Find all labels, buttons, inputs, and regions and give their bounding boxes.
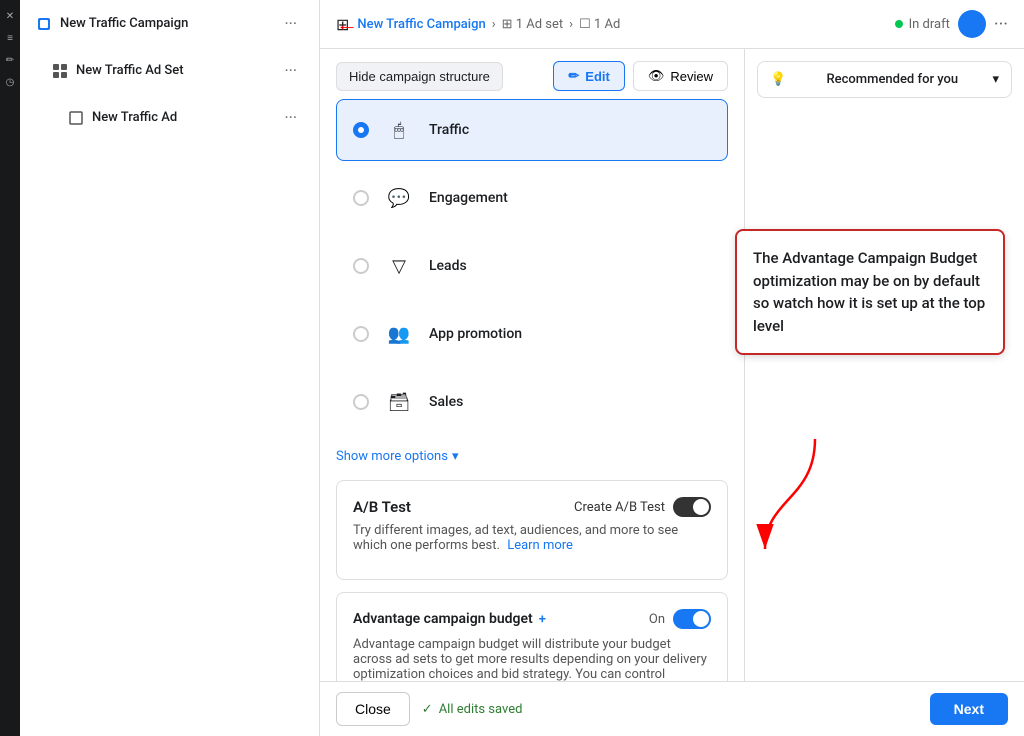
sidebar-ad-more[interactable]: ···: [280, 106, 301, 129]
advantage-toggle-switch[interactable]: [673, 609, 711, 629]
advantage-on-label: On: [649, 612, 665, 627]
saved-text: All edits saved: [439, 702, 523, 717]
callout-arrow: [755, 439, 835, 563]
adset-icon: [52, 63, 68, 79]
breadcrumb-adset: ⊞ 1 Ad set: [502, 17, 564, 32]
traffic-label: Traffic: [429, 122, 469, 138]
advantage-description: Advantage campaign budget will distribut…: [353, 637, 711, 681]
sidebar-ad-label: New Traffic Ad: [92, 110, 280, 125]
ad-icon: [68, 110, 84, 126]
ab-test-section: A/B Test Create A/B Test Try different i…: [336, 480, 728, 580]
saved-status: ✓ All edits saved: [422, 702, 523, 717]
objective-engagement[interactable]: 💬 Engagement: [336, 167, 728, 229]
leads-radio[interactable]: [353, 258, 369, 274]
recommended-icon: 💡: [770, 72, 786, 87]
objective-app-promotion[interactable]: 👥 App promotion: [336, 303, 728, 365]
toolbar-edit-icon[interactable]: ✏: [2, 52, 18, 68]
objective-leads[interactable]: ▽ Leads: [336, 235, 728, 297]
topbar: ⊞ New Traffic Campaign › ⊞ 1 Ad set › ☐ …: [320, 0, 1024, 49]
campaign-icon: [36, 16, 52, 32]
review-tab-label: Review: [670, 69, 713, 84]
hide-structure-button[interactable]: Hide campaign structure: [336, 62, 503, 91]
status-dot: [895, 20, 903, 28]
engagement-label: Engagement: [429, 190, 508, 206]
sidebar-item-campaign[interactable]: New Traffic Campaign ··· ←: [26, 2, 313, 45]
show-more-label: Show more options: [336, 449, 448, 464]
next-button[interactable]: Next: [930, 693, 1008, 725]
right-panel: 💡 Recommended for you ▾ The Advantage Ca…: [744, 49, 1024, 681]
objective-sales[interactable]: 🗃 Sales: [336, 371, 728, 433]
content-area: Hide campaign structure ✏ Edit 👁 Review: [320, 49, 1024, 681]
recommended-chevron: ▾: [992, 72, 999, 87]
engagement-icon: 💬: [383, 182, 415, 214]
bottom-bar: Close ✓ All edits saved Next: [320, 681, 1024, 736]
review-eye-icon: 👁: [648, 68, 665, 84]
sidebar-item-adset[interactable]: New Traffic Ad Set ···: [26, 49, 313, 92]
ab-test-header: A/B Test Create A/B Test: [353, 497, 711, 517]
red-arrow-indicator: ←: [336, 11, 358, 37]
leads-label: Leads: [429, 258, 467, 274]
toolbar-menu-icon[interactable]: ≡: [2, 30, 18, 46]
advantage-budget-section: Advantage campaign budget + On Advantage…: [336, 592, 728, 681]
sales-radio[interactable]: [353, 394, 369, 410]
recommended-header[interactable]: 💡 Recommended for you ▾: [757, 61, 1012, 98]
avatar: [958, 10, 986, 38]
ab-learn-more[interactable]: Learn more: [507, 538, 573, 553]
advantage-toggle-right: On: [649, 609, 711, 629]
sidebar-adset-label: New Traffic Ad Set: [76, 63, 280, 78]
bottom-left: Close ✓ All edits saved: [336, 692, 522, 726]
create-ab-label: Create A/B Test: [574, 500, 665, 515]
ab-test-title: A/B Test: [353, 498, 411, 516]
engagement-radio[interactable]: [353, 190, 369, 206]
objective-list: 🖱 Traffic 💬 Engagement ▽ Leads: [320, 99, 744, 433]
sidebar-adset-more[interactable]: ···: [280, 59, 301, 82]
traffic-radio[interactable]: [353, 122, 369, 138]
edit-review-tabs: ✏ Edit 👁 Review: [553, 61, 728, 91]
objective-traffic[interactable]: 🖱 Traffic: [336, 99, 728, 161]
status-indicator: In draft: [895, 17, 950, 32]
toolbar-history-icon[interactable]: ◷: [2, 74, 18, 90]
toolbar-close-icon[interactable]: ✕: [2, 8, 18, 24]
ab-toggle[interactable]: [673, 497, 711, 517]
campaign-panel: Hide campaign structure ✏ Edit 👁 Review: [320, 49, 744, 681]
traffic-icon: 🖱: [383, 114, 415, 146]
sales-label: Sales: [429, 394, 463, 410]
breadcrumb-campaign[interactable]: New Traffic Campaign: [357, 17, 485, 32]
app-label: App promotion: [429, 326, 522, 342]
breadcrumb-sep1: ›: [492, 17, 496, 32]
sidebar-item-ad[interactable]: New Traffic Ad ···: [26, 96, 313, 139]
app-radio[interactable]: [353, 326, 369, 342]
close-button[interactable]: Close: [336, 692, 410, 726]
show-more-options[interactable]: Show more options ▾: [320, 439, 744, 480]
callout-box: The Advantage Campaign Budget optimizati…: [735, 229, 1005, 355]
review-tab[interactable]: 👁 Review: [633, 61, 728, 91]
show-more-chevron: ▾: [452, 449, 459, 464]
left-toolbar: ✕ ≡ ✏ ◷: [0, 0, 20, 736]
advantage-toggle-row: Advantage campaign budget + On: [353, 609, 711, 629]
sidebar-campaign-label: New Traffic Campaign: [60, 16, 280, 31]
breadcrumb-sep2: ›: [569, 17, 573, 32]
app-icon: 👥: [383, 318, 415, 350]
recommended-label: Recommended for you: [826, 72, 958, 87]
ab-test-controls: Create A/B Test: [574, 497, 711, 517]
status-label: In draft: [909, 17, 950, 32]
edit-pencil-icon: ✏: [568, 68, 579, 84]
edit-tab[interactable]: ✏ Edit: [553, 61, 624, 91]
callout-text: The Advantage Campaign Budget optimizati…: [753, 249, 985, 335]
breadcrumb-ad: ☐ 1 Ad: [579, 17, 620, 32]
sales-icon: 🗃: [383, 386, 415, 418]
sidebar: New Traffic Campaign ··· ← New Traffic A…: [20, 0, 320, 736]
main-content: ⊞ New Traffic Campaign › ⊞ 1 Ad set › ☐ …: [320, 0, 1024, 736]
checkmark-icon: ✓: [422, 702, 433, 717]
advantage-budget-title: Advantage campaign budget +: [353, 611, 546, 627]
sidebar-campaign-more[interactable]: ···: [280, 12, 301, 35]
breadcrumb: New Traffic Campaign › ⊞ 1 Ad set › ☐ 1 …: [357, 17, 620, 32]
topbar-more-icon[interactable]: ···: [994, 14, 1008, 35]
ab-test-description: Try different images, ad text, audiences…: [353, 523, 711, 553]
leads-icon: ▽: [383, 250, 415, 282]
edit-tab-label: Edit: [585, 69, 610, 84]
